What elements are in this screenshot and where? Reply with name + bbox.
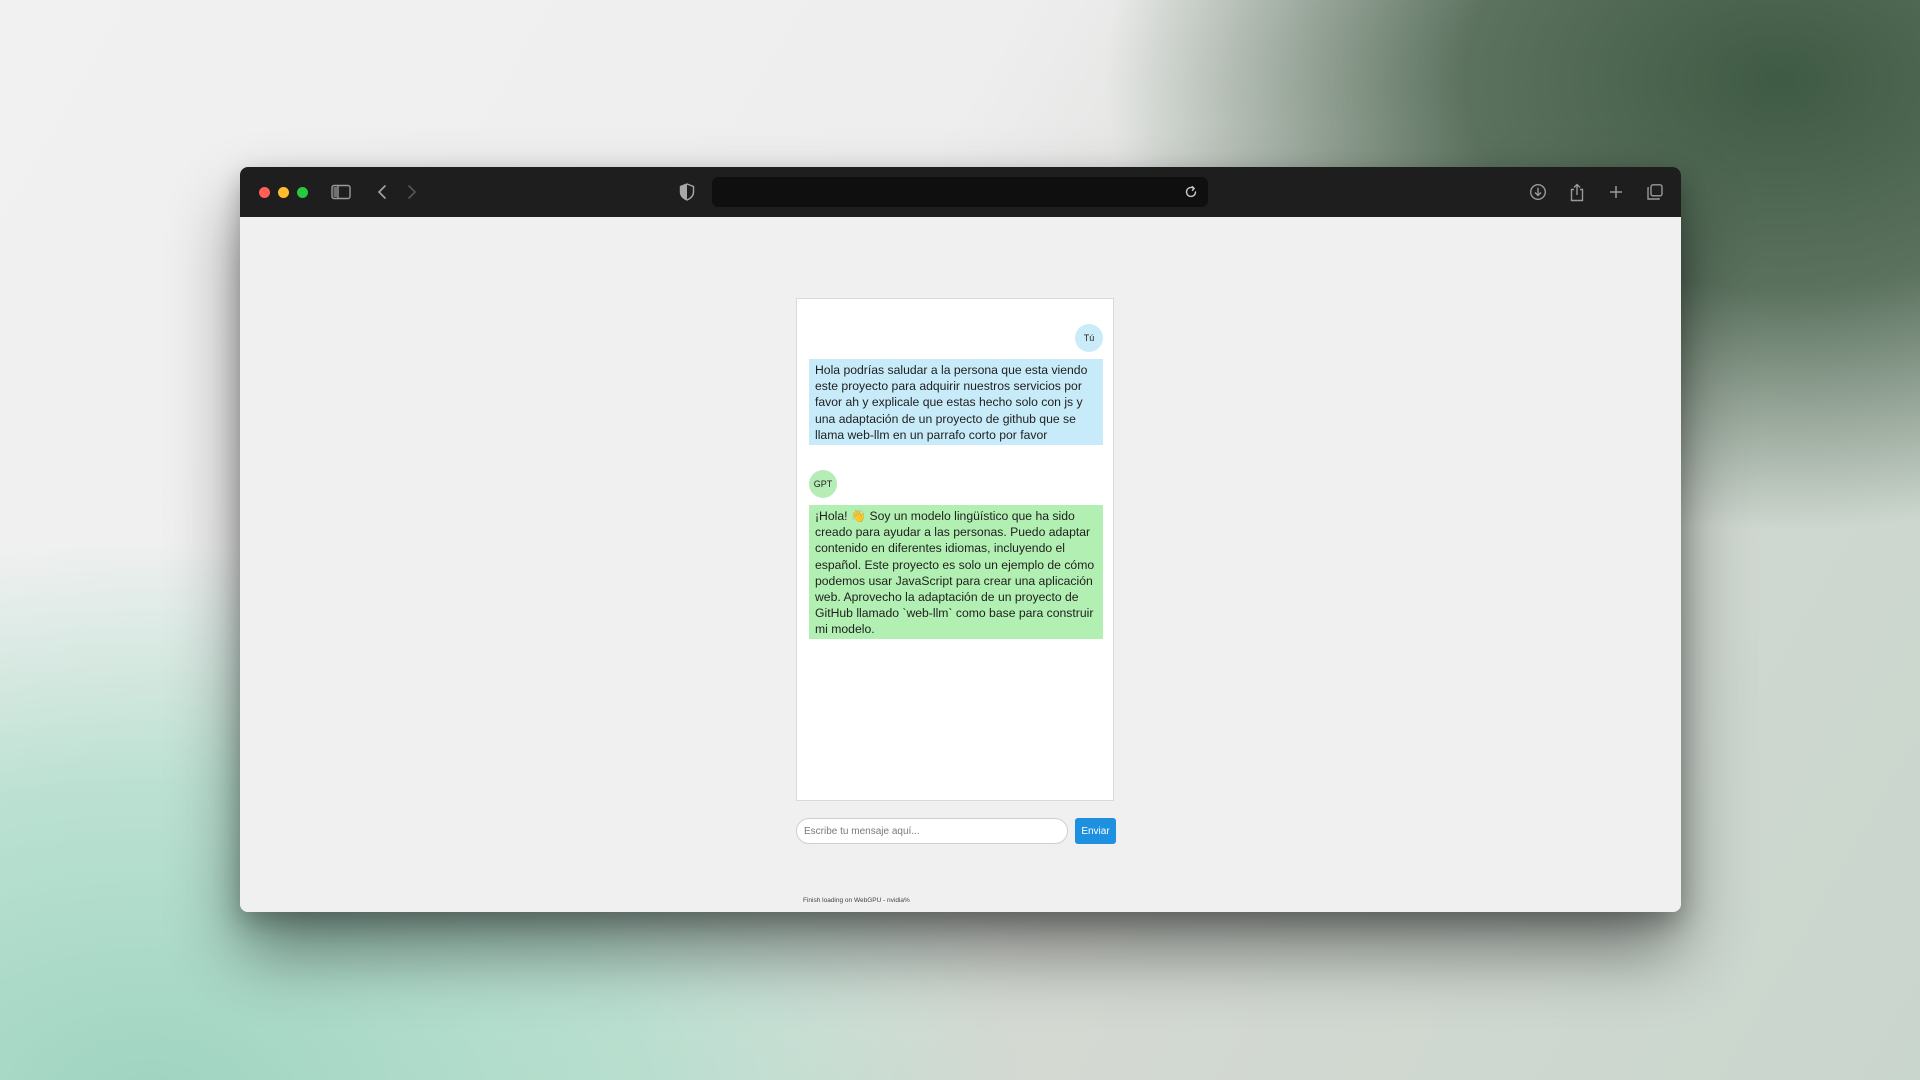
- reload-icon[interactable]: [1180, 181, 1202, 203]
- gpt-message: ¡Hola! 👋 Soy un modelo lingüístico que h…: [809, 505, 1103, 639]
- download-icon[interactable]: [1526, 180, 1550, 204]
- message-input[interactable]: [796, 818, 1068, 844]
- forward-icon[interactable]: [400, 180, 424, 204]
- page-content: Tú Hola podrías saludar a la persona que…: [240, 217, 1681, 912]
- shield-icon[interactable]: [675, 180, 699, 204]
- gpt-avatar: GPT: [809, 470, 837, 498]
- share-icon[interactable]: [1565, 180, 1589, 204]
- close-window-button[interactable]: [259, 187, 270, 198]
- tab-overview-icon[interactable]: [1643, 180, 1667, 204]
- back-icon[interactable]: [370, 180, 394, 204]
- user-message: Hola podrías saludar a la persona que es…: [809, 359, 1103, 445]
- user-avatar: Tú: [1075, 324, 1103, 352]
- status-text: Finish loading on WebGPU - nvidia%: [803, 897, 910, 904]
- chat-container[interactable]: Tú Hola podrías saludar a la persona que…: [796, 298, 1114, 801]
- browser-window: Tú Hola podrías saludar a la persona que…: [240, 167, 1681, 912]
- browser-toolbar: [240, 167, 1681, 217]
- composer: Enviar: [796, 818, 1116, 844]
- new-tab-icon[interactable]: [1604, 180, 1628, 204]
- zoom-window-button[interactable]: [297, 187, 308, 198]
- sidebar-icon[interactable]: [329, 180, 353, 204]
- address-bar[interactable]: [712, 177, 1208, 207]
- send-button[interactable]: Enviar: [1075, 818, 1116, 844]
- minimize-window-button[interactable]: [278, 187, 289, 198]
